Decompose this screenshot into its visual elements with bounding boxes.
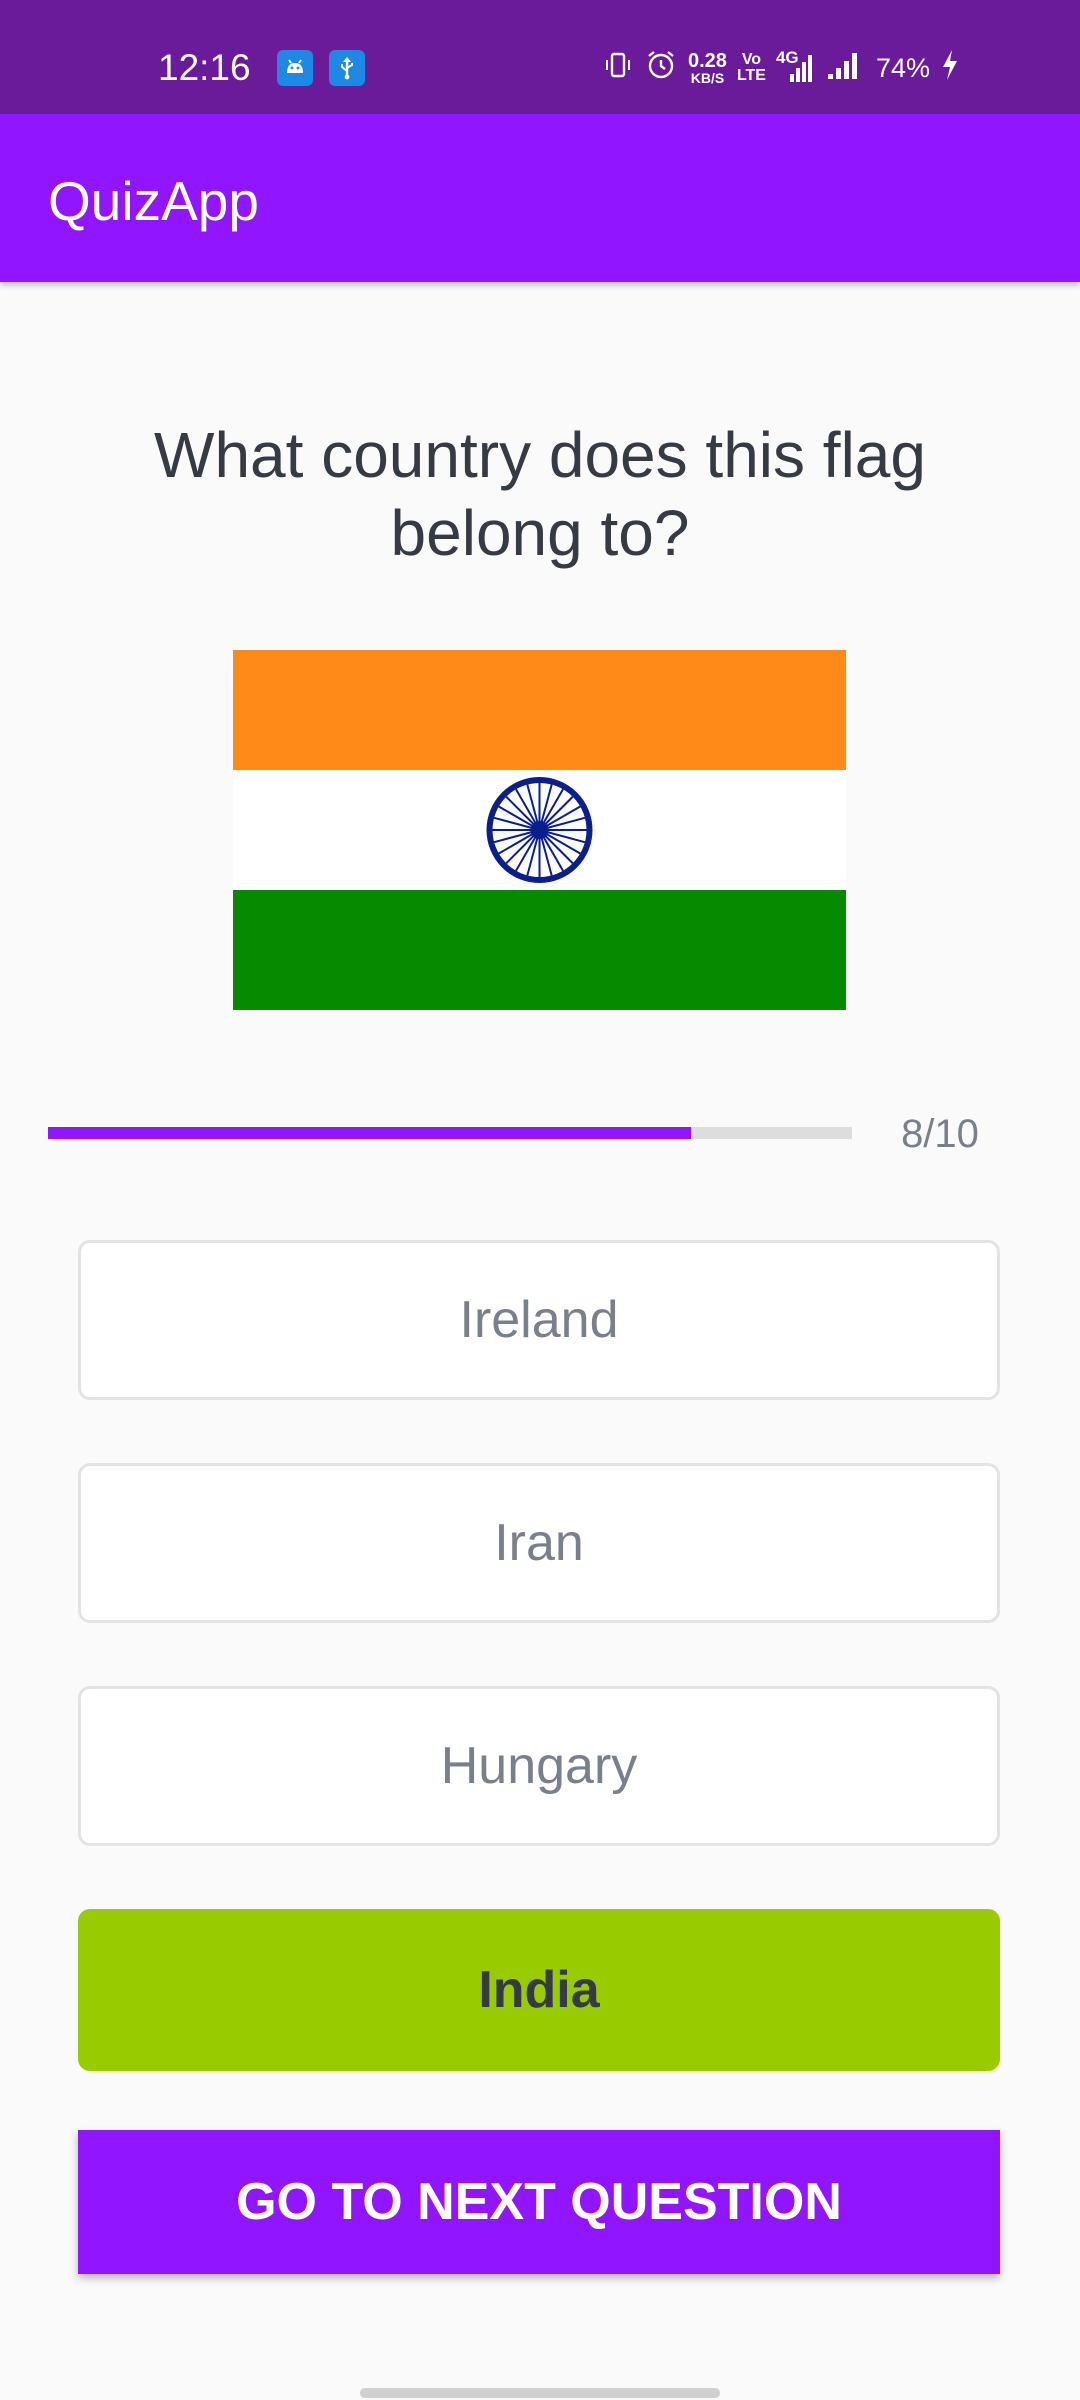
network-speed: 0.28 KB/S (688, 51, 727, 85)
alarm-icon (644, 48, 678, 89)
status-bar: 12:16 0.28 KB/S Vo LTE 4G 74% (0, 0, 1080, 114)
volte-indicator: Vo LTE (737, 52, 766, 84)
battery-level: 74% (875, 52, 931, 83)
status-time: 12:16 (158, 47, 251, 88)
network-speed-unit: KB/S (690, 70, 725, 86)
progress-bar-fill (48, 1127, 692, 1139)
option-iran[interactable]: Iran (78, 1463, 1000, 1623)
option-ireland[interactable]: Ireland (78, 1240, 1000, 1400)
progress-bar (48, 1127, 852, 1139)
option-hungary[interactable]: Hungary (78, 1686, 1000, 1846)
app-bar: QuizApp (0, 114, 1080, 282)
signal-icon: 4G (776, 48, 816, 84)
android-debug-icon (277, 50, 313, 86)
volte-bottom: LTE (736, 67, 766, 84)
next-question-button[interactable]: GO TO NEXT QUESTION (78, 2130, 1000, 2274)
home-indicator[interactable] (360, 2388, 720, 2398)
network-type: 4G (775, 48, 799, 67)
india-flag-image (233, 650, 846, 1010)
charging-icon (940, 48, 960, 89)
volte-top: Vo (741, 51, 762, 68)
network-speed-value: 0.28 (688, 50, 727, 72)
app-title: QuizApp (48, 170, 259, 232)
option-india-correct[interactable]: India (78, 1909, 1000, 2071)
usb-icon (329, 50, 365, 86)
question-text: What country does this flag belong to? (154, 419, 926, 569)
progress-label: 8/10 (901, 1112, 979, 1156)
signal-icon-2 (826, 49, 866, 88)
vibrate-icon (602, 49, 634, 88)
status-indicators: 0.28 KB/S Vo LTE 4G 74% (602, 44, 960, 92)
ashoka-chakra-icon (486, 777, 593, 883)
